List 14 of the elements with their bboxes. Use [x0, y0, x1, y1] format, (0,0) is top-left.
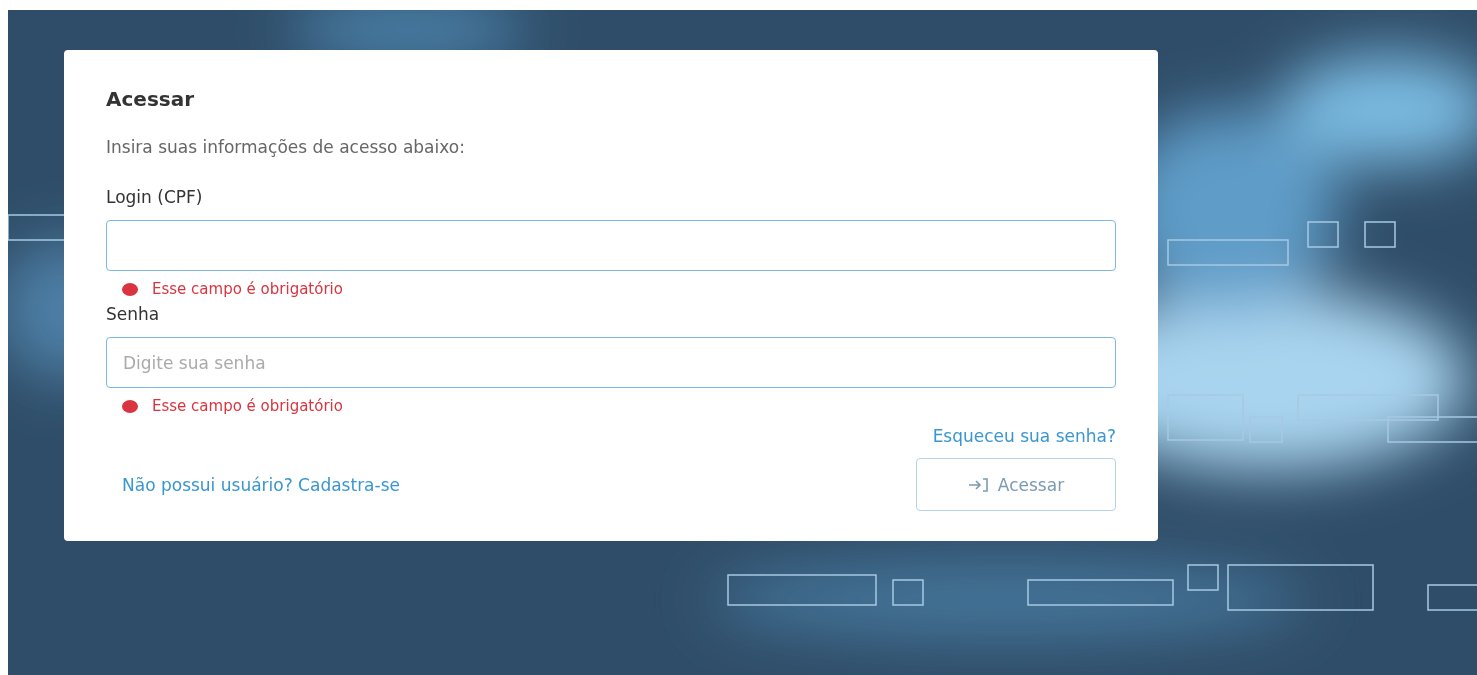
forgot-password-link[interactable]: Esqueceu sua senha?	[932, 424, 1116, 448]
input-field[interactable]: Digite sua senha	[106, 337, 1116, 388]
login-button[interactable]: Acessar	[916, 458, 1116, 511]
error-icon	[122, 282, 138, 296]
error-message: Esse campo é obrigatório	[152, 279, 343, 299]
field-label: Login (CPF)	[106, 186, 204, 209]
input-field[interactable]	[106, 220, 1116, 271]
error-icon	[122, 399, 138, 413]
error-message: Esse campo é obrigatório	[152, 396, 343, 416]
register-link[interactable]: Não possui usuário? Cadastra-se	[122, 474, 400, 495]
card-title: Acessar	[106, 86, 196, 113]
sign-in-icon	[967, 476, 990, 493]
card-subtitle: Insira suas informações de acesso abaixo:	[106, 136, 466, 159]
field-label: Senha	[106, 303, 161, 326]
